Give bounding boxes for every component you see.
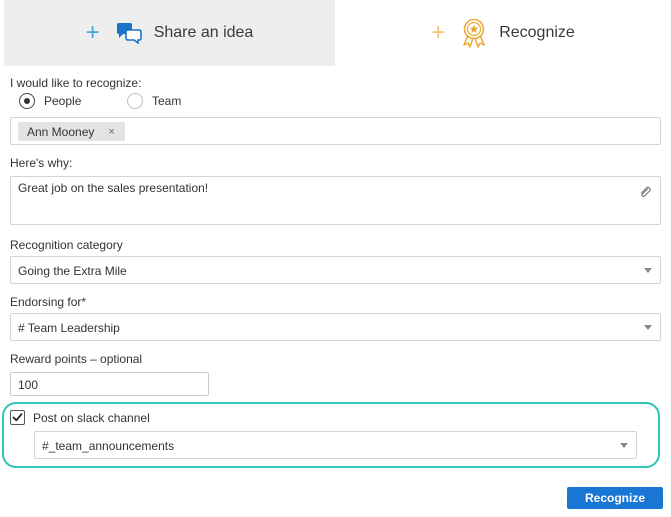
checkmark-icon [12, 413, 23, 422]
radio-team-label: Team [152, 94, 182, 108]
category-select[interactable]: Going the Extra Mile [10, 256, 661, 284]
chat-bubbles-icon [114, 18, 144, 48]
radio-team-circle[interactable] [127, 93, 143, 109]
tab-bar: + Share an idea + Recognize [0, 0, 671, 66]
radio-people-label: People [44, 94, 82, 108]
tab-share-idea-label: Share an idea [153, 24, 254, 41]
paperclip-icon[interactable] [638, 185, 652, 204]
slack-channel-select[interactable]: #_team_announcements [34, 431, 637, 459]
endorsing-value: # Team Leadership [18, 321, 120, 335]
recipient-input[interactable]: Ann Mooney × [10, 117, 661, 145]
chevron-down-icon [644, 325, 652, 330]
reward-points-value: 100 [18, 378, 39, 392]
category-label: Recognition category [10, 238, 123, 252]
recipient-chip: Ann Mooney × [18, 122, 125, 141]
tab-share-idea[interactable]: + Share an idea [4, 0, 335, 66]
tab-recognize[interactable]: + Recognize [335, 0, 671, 66]
slack-channel-value: #_team_announcements [42, 439, 175, 453]
reason-textarea[interactable]: Great job on the sales presentation! [10, 176, 661, 225]
recognize-button[interactable]: Recognize [567, 487, 663, 509]
reason-text: Great job on the sales presentation! [18, 181, 209, 195]
slack-label: Post on slack channel [33, 411, 150, 425]
reward-label: Reward points – optional [10, 352, 143, 366]
endorsing-label: Endorsing for* [10, 295, 87, 309]
slack-checkbox[interactable] [10, 410, 25, 425]
recipient-chip-label: Ann Mooney [27, 124, 95, 139]
reward-points-input[interactable]: 100 [10, 372, 209, 396]
radio-team[interactable]: Team [127, 93, 181, 109]
category-value: Going the Extra Mile [18, 264, 127, 278]
radio-people[interactable]: People [19, 93, 81, 109]
reason-label: Here's why: [10, 156, 73, 170]
plus-icon: + [85, 19, 100, 46]
chevron-down-icon [644, 268, 652, 273]
recognize-label: I would like to recognize: [10, 76, 142, 90]
tab-recognize-label: Recognize [499, 24, 575, 41]
plus-icon: + [431, 19, 446, 46]
chevron-down-icon [620, 443, 628, 448]
remove-chip-icon[interactable]: × [108, 126, 114, 138]
radio-people-circle[interactable] [19, 93, 35, 109]
award-ribbon-icon [459, 18, 489, 48]
endorsing-select[interactable]: # Team Leadership [10, 313, 661, 341]
